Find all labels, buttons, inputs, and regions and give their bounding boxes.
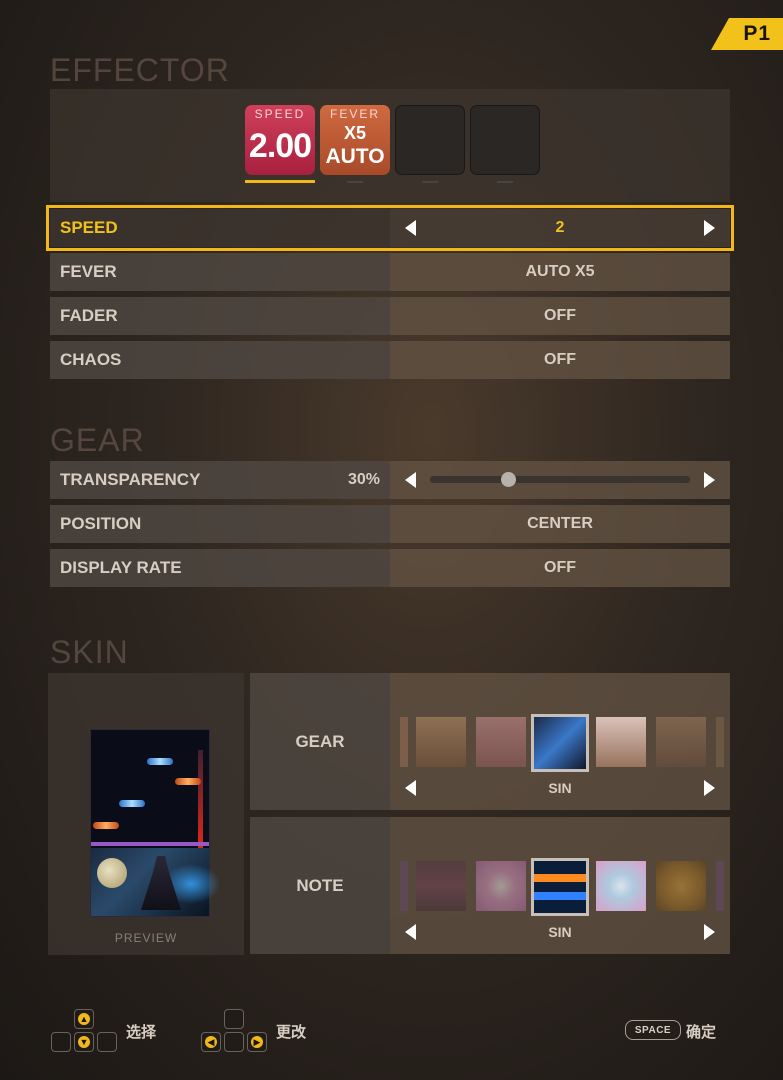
fever-label: FEVER — [50, 253, 390, 291]
slot-indicator-2 — [347, 181, 363, 183]
effector-row-fever[interactable]: FEVER AUTO X5 — [50, 253, 730, 291]
effector-slots-panel: SPEED 2.00 FEVER X5 AUTO — [50, 89, 730, 202]
fever-slot-mode: AUTO — [325, 145, 385, 168]
note-skin-selector[interactable]: SIN — [390, 817, 730, 954]
preview-note-orange-1 — [175, 778, 201, 785]
gear-thumb-edge-left — [400, 717, 408, 767]
speed-value-cell[interactable]: 2 — [390, 209, 730, 247]
speed-slot-label: SPEED — [254, 107, 306, 121]
note-skin-label: NOTE — [250, 817, 390, 954]
display-rate-label: DISPLAY RATE — [50, 549, 390, 587]
life-gauge — [198, 750, 203, 850]
key-up-icon — [224, 1009, 244, 1029]
transparency-label: TRANSPARENCY 30% — [50, 461, 390, 499]
gear-skin-thumbnails — [390, 713, 730, 773]
gear-row-transparency[interactable]: TRANSPARENCY 30% — [50, 461, 730, 499]
effector-row-chaos[interactable]: CHAOS OFF — [50, 341, 730, 379]
note-thumb-5[interactable] — [656, 861, 706, 911]
gear-skin-art — [91, 848, 221, 916]
preview-lanes — [90, 729, 221, 917]
preview-note-orange-2 — [93, 822, 119, 829]
judge-line — [91, 842, 209, 846]
effector-title: EFFECTOR — [50, 52, 230, 88]
fever-slot[interactable]: FEVER X5 AUTO — [320, 105, 390, 175]
note-skin-name: SIN — [548, 924, 572, 940]
key-right-icon — [97, 1032, 117, 1052]
gear-thumb-4[interactable] — [596, 717, 646, 767]
note-skin-thumbnails — [390, 857, 730, 917]
gear-thumb-2[interactable] — [476, 717, 526, 767]
player-badge: P1 — [711, 18, 783, 50]
skin-preview-panel: PREVIEW — [48, 673, 244, 955]
confirm-hint-text: 确定 — [686, 1023, 717, 1041]
space-key-icon: SPACE — [625, 1020, 681, 1040]
fader-value[interactable]: OFF — [390, 297, 730, 335]
gear-skin-name: SIN — [548, 780, 572, 796]
transparency-slider-knob[interactable] — [501, 472, 516, 487]
transparency-increase-arrow-icon[interactable] — [704, 472, 715, 488]
skin-title: SKIN — [50, 634, 129, 670]
slot-indicator-4 — [497, 181, 513, 183]
gear-thumb-selected[interactable] — [531, 714, 589, 772]
speed-slot-value: 2.00 — [248, 127, 312, 165]
change-hint-text: 更改 — [276, 1023, 307, 1041]
skin-row-gear[interactable]: GEAR SIN — [250, 673, 730, 810]
key-down-icon — [224, 1032, 244, 1052]
preview-note-blue-1 — [147, 758, 173, 765]
gear-thumb-1[interactable] — [416, 717, 466, 767]
empty-slot-4[interactable] — [470, 105, 540, 175]
gear-title: GEAR — [50, 422, 145, 458]
select-hint-text: 选择 — [126, 1023, 157, 1041]
note-thumb-selected[interactable] — [531, 858, 589, 916]
speed-increase-arrow-icon[interactable] — [704, 220, 715, 236]
speed-value: 2 — [555, 219, 565, 236]
transparency-label-text: TRANSPARENCY — [60, 470, 201, 489]
preview-note-blue-2 — [119, 800, 145, 807]
display-rate-value[interactable]: OFF — [390, 549, 730, 587]
note-thumb-edge-right — [716, 861, 724, 911]
selected-slot-indicator — [245, 180, 315, 183]
gear-row-position[interactable]: POSITION CENTER — [50, 505, 730, 543]
gear-skin-next-arrow-icon[interactable] — [704, 780, 715, 796]
transparency-slider-cell[interactable] — [390, 461, 730, 499]
effector-row-fader[interactable]: FADER OFF — [50, 297, 730, 335]
fever-slot-label: FEVER — [329, 107, 380, 121]
gear-skin-selector[interactable]: SIN — [390, 673, 730, 810]
position-value[interactable]: CENTER — [390, 505, 730, 543]
speed-decrease-arrow-icon[interactable] — [405, 220, 416, 236]
key-left-icon: ◀ — [201, 1032, 221, 1052]
fever-value[interactable]: AUTO X5 — [390, 253, 730, 291]
slot-indicator-3 — [422, 181, 438, 183]
key-down-icon: ▼ — [74, 1032, 94, 1052]
key-left-icon — [51, 1032, 71, 1052]
chaos-value[interactable]: OFF — [390, 341, 730, 379]
key-right-icon: ▶ — [247, 1032, 267, 1052]
moon-art — [97, 858, 127, 888]
transparency-percent: 30% — [347, 471, 380, 488]
note-skin-next-arrow-icon[interactable] — [704, 924, 715, 940]
fader-label: FADER — [50, 297, 390, 335]
gear-thumb-5[interactable] — [656, 717, 706, 767]
transparency-slider-track[interactable] — [430, 472, 690, 487]
note-thumb-4[interactable] — [596, 861, 646, 911]
position-label: POSITION — [50, 505, 390, 543]
speed-label: SPEED — [50, 209, 390, 247]
transparency-decrease-arrow-icon[interactable] — [405, 472, 416, 488]
gear-skin-label: GEAR — [250, 673, 390, 810]
preview-label: PREVIEW — [114, 931, 178, 945]
note-thumb-2[interactable] — [476, 861, 526, 911]
skin-row-note[interactable]: NOTE SIN — [250, 817, 730, 954]
key-up-icon: ▲ — [74, 1009, 94, 1029]
empty-slot-3[interactable] — [395, 105, 465, 175]
note-thumb-edge-left — [400, 861, 408, 911]
fever-slot-multiplier: X5 — [343, 123, 367, 143]
gear-row-display-rate[interactable]: DISPLAY RATE OFF — [50, 549, 730, 587]
chaos-label: CHAOS — [50, 341, 390, 379]
note-thumb-1[interactable] — [416, 861, 466, 911]
gear-thumb-edge-right — [716, 717, 724, 767]
speed-slot[interactable]: SPEED 2.00 — [245, 105, 315, 175]
effector-row-speed[interactable]: SPEED 2 — [46, 205, 734, 251]
